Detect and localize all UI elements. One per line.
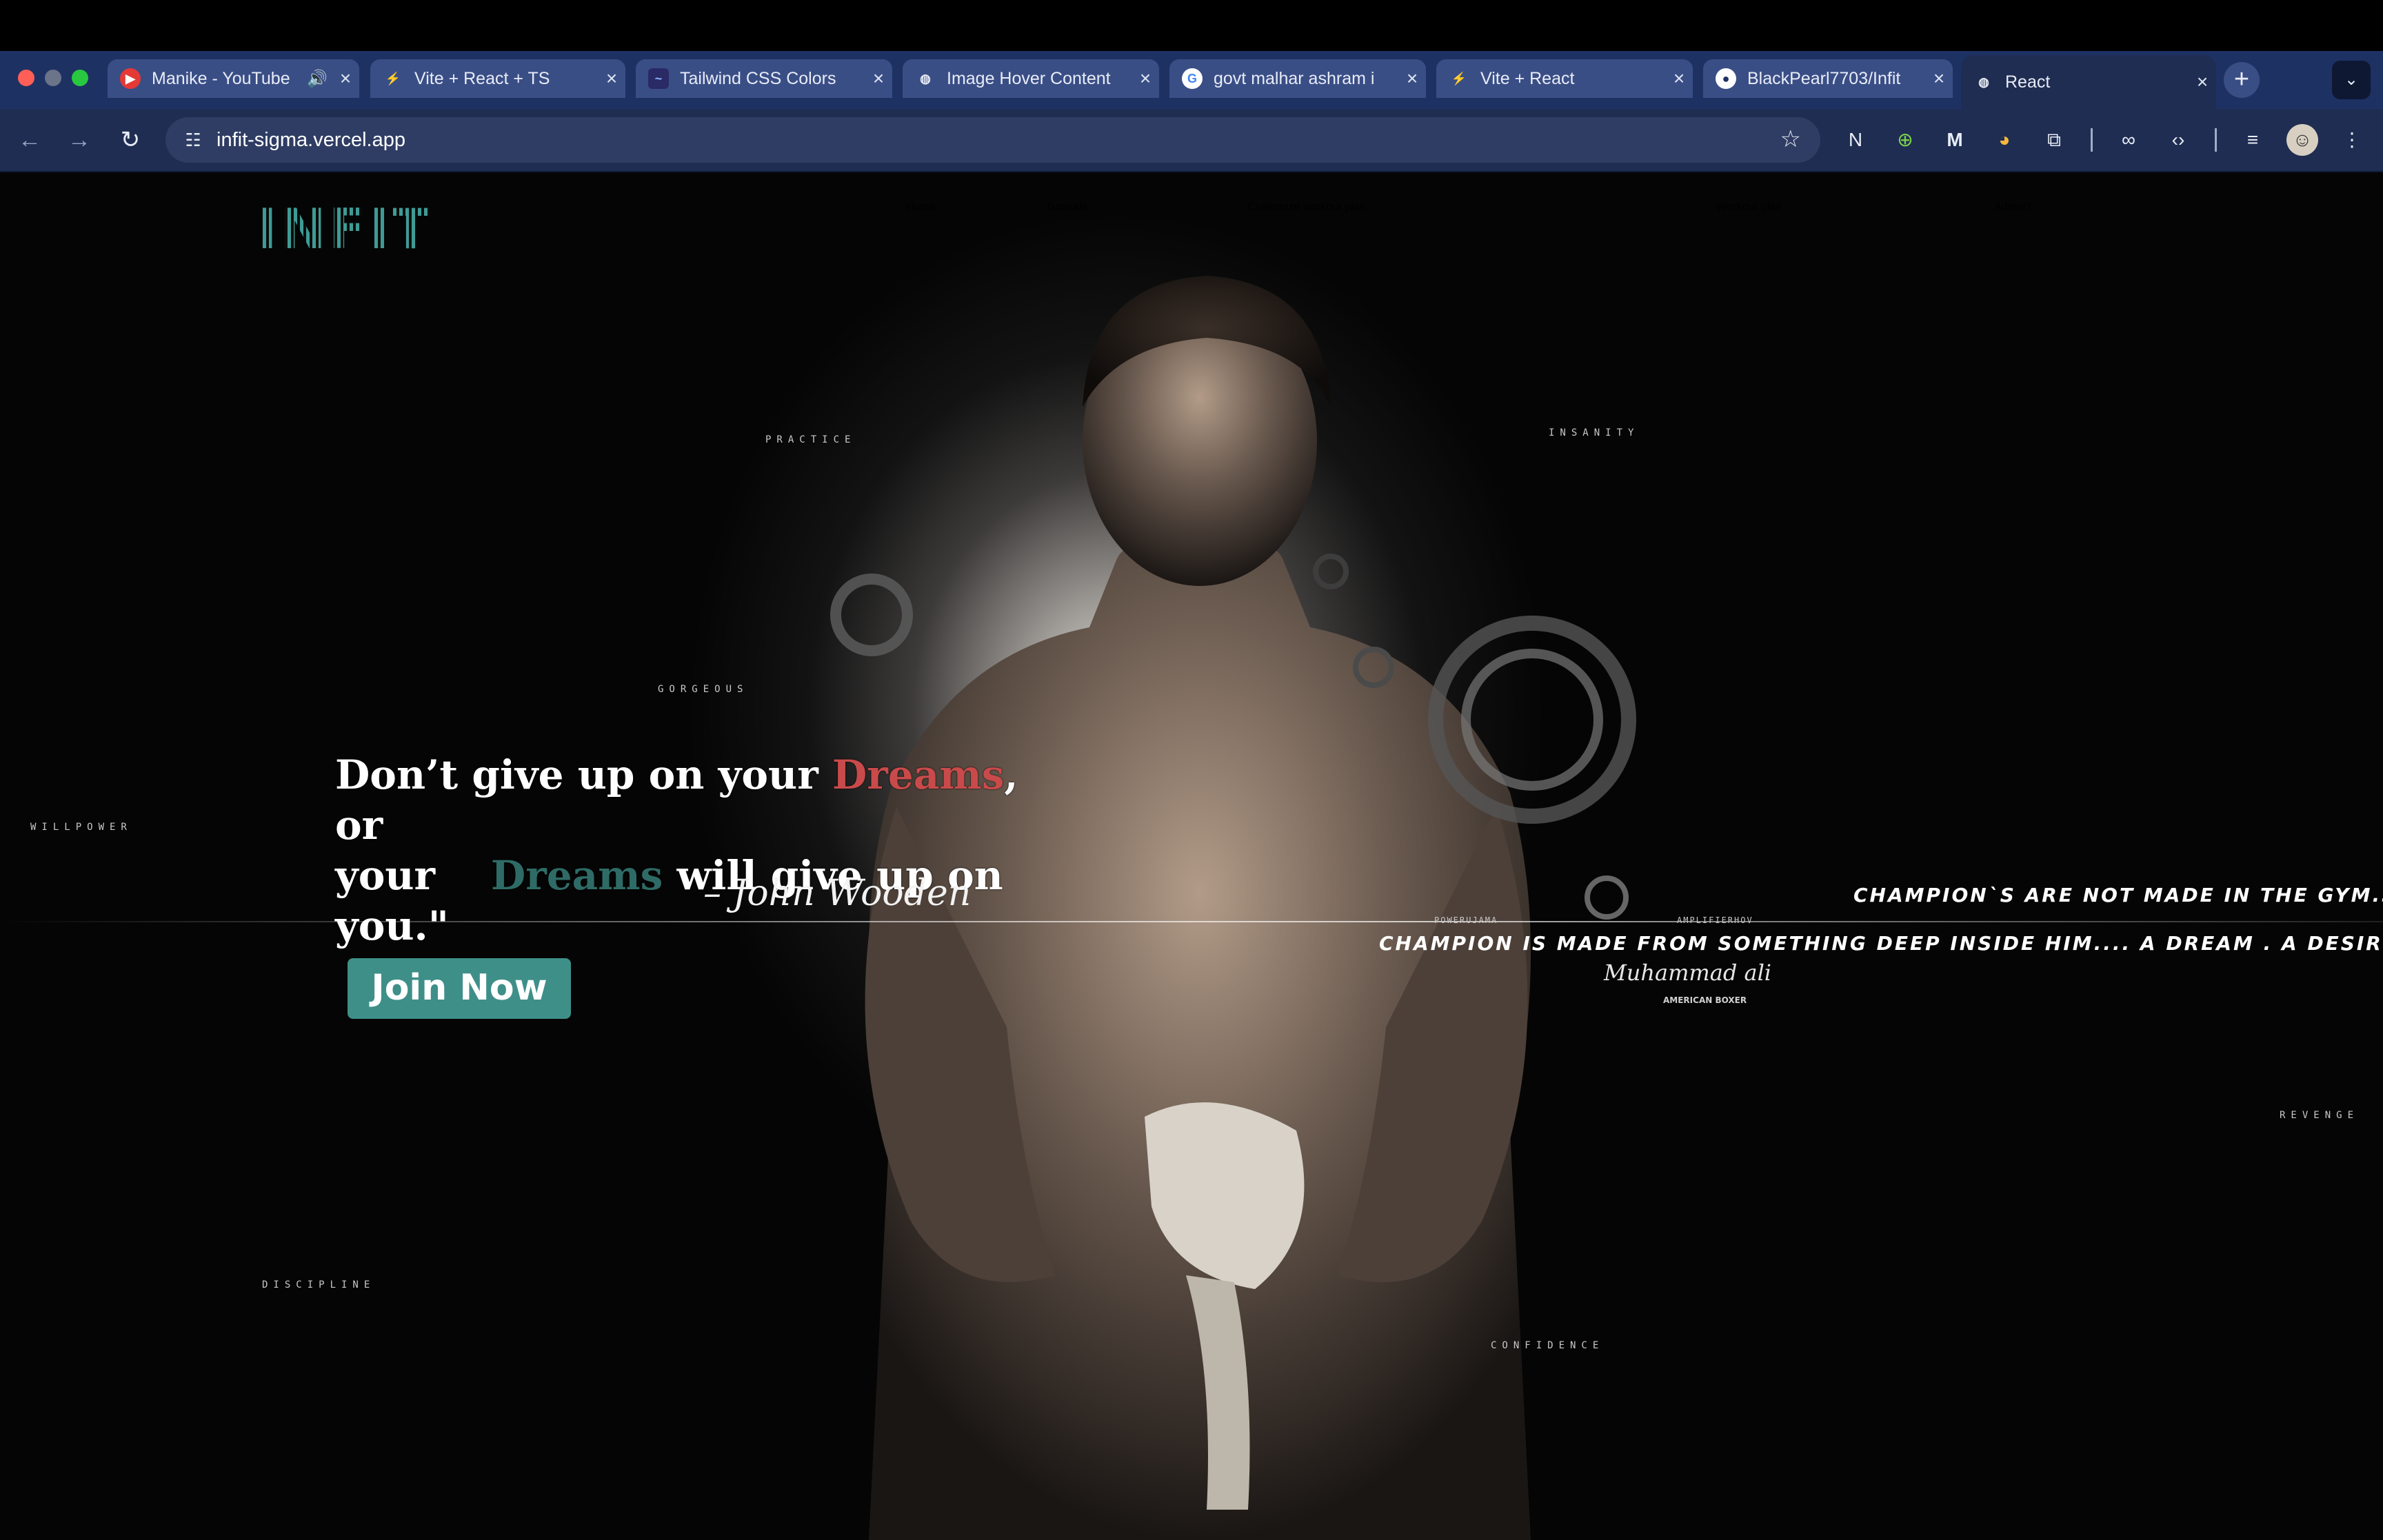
hero-section: INFIT Home Tutorials Customize workout p… (0, 172, 2383, 1540)
url-text[interactable]: infit-sigma.vercel.app (217, 129, 405, 152)
join-now-button[interactable]: Join Now (348, 958, 571, 1019)
tab-title: Manike - YouTube (152, 68, 290, 88)
notion-extension-icon[interactable]: N (1840, 124, 1871, 156)
close-tab-icon[interactable]: × (1665, 68, 1693, 90)
quote-author: – John Wooden (703, 873, 972, 914)
word-gorgeous: GORGEOUS (658, 684, 749, 695)
github-icon: ● (1716, 68, 1736, 89)
tab-vite-react-ts[interactable]: ⚡ Vite + React + TS × (370, 59, 625, 98)
quote-text: your (335, 852, 436, 899)
quote-text: you." (335, 902, 449, 949)
champion-line-2: CHAMPION IS MADE FROM SOMETHING DEEP INS… (1379, 932, 2383, 955)
word-discipline: DISCIPLINE (262, 1279, 376, 1290)
tag-right: AMPLIFIERHOV (1677, 915, 1753, 925)
speaker-icon[interactable]: 🔊 (307, 69, 328, 89)
tab-title: Vite + React (1480, 68, 1575, 88)
toolbar-separator (2091, 128, 2093, 152)
nav-tutorials[interactable]: Tutorials (1045, 201, 1087, 214)
browser-menu-icon[interactable]: ⋮ (2336, 124, 2368, 156)
close-tab-icon[interactable]: × (2189, 71, 2216, 93)
divider-line (0, 921, 2383, 922)
nav-admin[interactable]: Admin? (1994, 201, 2031, 214)
bookmark-star-icon[interactable]: ☆ (1780, 125, 1801, 153)
back-icon[interactable]: ← (12, 123, 47, 157)
globe-icon: ◍ (1978, 74, 1989, 89)
youtube-icon: ▶ (120, 68, 141, 89)
medium-extension-icon[interactable]: M (1939, 124, 1971, 156)
screen-top (0, 0, 2383, 51)
quote-text: Don’t give up on your (335, 751, 832, 798)
tab-github[interactable]: ● BlackPearl7703/Infit × (1703, 59, 1953, 98)
vite-icon: ⚡ (1451, 71, 1467, 85)
media-control-icon[interactable]: ≡ (2237, 124, 2269, 156)
signature-subtitle: AMERICAN BOXER (1663, 995, 1747, 1005)
tab-image-hover[interactable]: ◍ Image Hover Content × (903, 59, 1159, 98)
tag-left: POWERUJAMA (1434, 915, 1498, 925)
tab-search-button[interactable]: ⌄ (2332, 61, 2371, 99)
champion-line-1: CHAMPION`S ARE NOT MADE IN THE GYM.S (1853, 884, 2383, 906)
word-willpower: WILLPOWER (30, 822, 132, 833)
tab-tailwind[interactable]: ~ Tailwind CSS Colors × (636, 59, 892, 98)
quote-highlight-teal: Dreams (490, 852, 663, 899)
close-tab-icon[interactable]: × (1925, 68, 1953, 90)
word-practice: PRACTICE (765, 434, 856, 445)
tailwind-icon: ~ (648, 68, 669, 89)
profile-avatar[interactable]: ☺ (2286, 124, 2318, 156)
reload-icon[interactable]: ↻ (113, 123, 148, 157)
nav-customize-workout-plan[interactable]: Customize workout plan (1248, 201, 1366, 214)
signature: Muhammad ali (1604, 960, 1772, 986)
vite-icon: ⚡ (385, 71, 401, 85)
site-logo[interactable]: INFIT (257, 197, 433, 261)
nav-home[interactable]: Home (906, 201, 936, 214)
maximize-window-button[interactable] (72, 70, 88, 86)
close-tab-icon[interactable]: × (1132, 68, 1159, 90)
link-icon[interactable]: ∞ (2113, 124, 2144, 156)
tab-react-active[interactable]: ◍ React × (1961, 55, 2216, 109)
tab-title: govt malhar ashram i (1214, 68, 1375, 88)
minimize-window-button[interactable] (45, 70, 61, 86)
tab-title: Tailwind CSS Colors (680, 68, 836, 88)
word-confidence: CONFIDENCE (1491, 1340, 1605, 1351)
tab-title: Vite + React + TS (414, 68, 550, 88)
close-tab-icon[interactable]: × (1398, 68, 1426, 90)
forward-icon[interactable]: → (62, 123, 97, 157)
globe-icon: ◍ (920, 71, 931, 85)
tab-youtube[interactable]: ▶ Manike - YouTube 🔊 × (108, 59, 359, 98)
close-tab-icon[interactable]: × (865, 68, 892, 90)
tab-title: React (2005, 72, 2051, 92)
new-tab-button[interactable]: + (2224, 62, 2260, 98)
site-settings-icon[interactable]: ☷ (179, 130, 207, 151)
tab-title: Image Hover Content (947, 68, 1111, 88)
tab-title: BlackPearl7703/Infit (1747, 68, 1901, 88)
close-tab-icon[interactable]: × (598, 68, 625, 90)
close-tab-icon[interactable]: × (332, 68, 359, 90)
address-bar[interactable]: ☷ infit-sigma.vercel.app ☆ (165, 117, 1820, 163)
quote-highlight-red: Dreams (832, 751, 1005, 798)
word-revenge: REVENGE (2280, 1110, 2360, 1121)
plus-extension-icon[interactable]: ⊕ (1889, 124, 1921, 156)
nav-workout-plan[interactable]: Workout plan (1717, 201, 1782, 214)
tab-google-search[interactable]: G govt malhar ashram i × (1169, 59, 1426, 98)
google-icon: G (1182, 68, 1203, 89)
toolbar-separator (2215, 128, 2217, 152)
tab-vite-react[interactable]: ⚡ Vite + React × (1436, 59, 1693, 98)
colorpicker-extension-icon[interactable]: ◕ (1989, 124, 2020, 156)
code-icon[interactable]: ‹› (2162, 124, 2194, 156)
close-window-button[interactable] (18, 70, 34, 86)
puzzle-extensions-icon[interactable]: ⧉ (2038, 124, 2070, 156)
word-insanity: INSANITY (1549, 427, 1640, 438)
